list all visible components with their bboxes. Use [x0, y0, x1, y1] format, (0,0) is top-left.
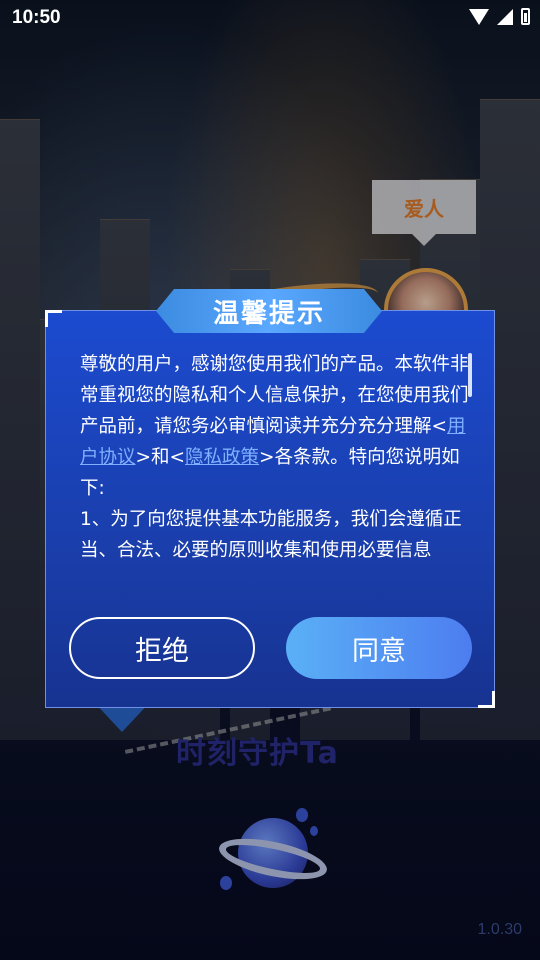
privacy-dialog: 温馨提示 尊敬的用户，感谢您使用我们的产品。本软件非常重视您的隐私和个人信息保护…: [45, 289, 495, 708]
agree-button[interactable]: 同意: [286, 617, 472, 679]
status-bar: 10:50: [0, 0, 540, 36]
dialog-body[interactable]: 尊敬的用户，感谢您使用我们的产品。本软件非常重视您的隐私和个人信息保护，在您使用…: [80, 349, 472, 581]
dialog-corner-decor: [478, 691, 495, 708]
privacy-policy-link[interactable]: 隐私政策: [185, 447, 259, 468]
body-after-links: 各条款。特向您说明如下:: [80, 447, 460, 499]
reject-button[interactable]: 拒绝: [69, 617, 255, 679]
wifi-icon: [469, 8, 489, 25]
signal-icon: [497, 8, 513, 25]
status-time: 10:50: [12, 7, 61, 28]
battery-icon: [521, 8, 530, 25]
dialog-scrollbar[interactable]: [468, 353, 472, 397]
dialog-corner-decor: [45, 310, 62, 327]
body-intro: 尊敬的用户，感谢您使用我们的产品。本软件非常重视您的隐私和个人信息保护，在您使用…: [80, 354, 469, 437]
body-item-1: 1、为了向您提供基本功能服务，我们会遵循正当、合法、必要的原则收集和使用必要信息: [80, 509, 462, 561]
dialog-title: 温馨提示: [156, 289, 382, 333]
